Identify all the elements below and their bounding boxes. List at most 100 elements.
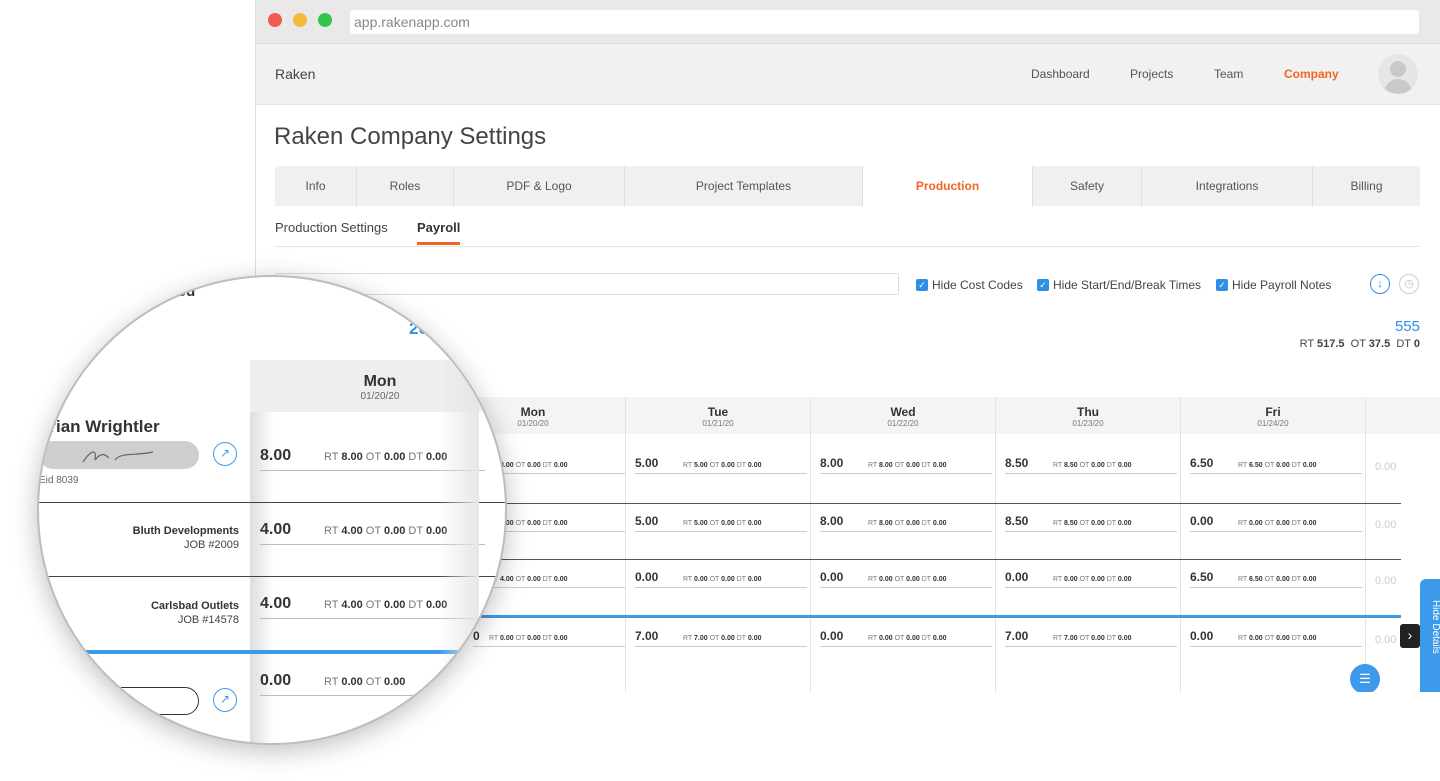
rt-value: 7.00 xyxy=(694,635,708,642)
hide-details-label[interactable]: Hide Details xyxy=(1420,600,1440,654)
hours-cell[interactable]: 7.00 RT 7.00 OT 0.00 DT 0.00 xyxy=(1005,629,1177,647)
rt-value: 0.00 xyxy=(1249,635,1263,642)
hours-cell[interactable]: 6.50 RT 6.50 OT 0.00 DT 0.00 xyxy=(1190,570,1362,588)
nav-team[interactable]: Team xyxy=(1214,67,1243,81)
dt-value: 0.00 xyxy=(1117,635,1132,642)
address-bar[interactable]: app.rakenapp.com xyxy=(350,10,1419,34)
tab-production[interactable]: Production xyxy=(863,166,1033,206)
open-external-icon[interactable]: ↗ xyxy=(213,688,237,712)
hours-breakdown: RT 8.00 OT 0.00 DT 0.00 xyxy=(324,451,448,463)
hours-cell[interactable]: 0 RT 0.00 OT 0.00 DT 0.00 xyxy=(473,629,625,647)
ot-value: 0.00 xyxy=(1091,576,1105,583)
hours-cell[interactable]: 5.00 RT 5.00 OT 0.00 DT 0.00 xyxy=(635,456,807,474)
ot-value: 0.00 xyxy=(721,576,735,583)
ot-label: OT xyxy=(1350,338,1366,350)
employee-name-2[interactable]: nes xyxy=(69,665,98,685)
dt-value: 0.00 xyxy=(1117,576,1132,583)
hours-breakdown: RT 0.00 OT 0.00 DT 0.00 xyxy=(868,635,947,642)
hours-cell[interactable]: 0.00 RT 0.00 OT 0.00 DT 0.00 xyxy=(1005,570,1177,588)
chevron-right-icon[interactable]: › xyxy=(1400,624,1420,648)
hours-breakdown: RT 6.50 OT 0.00 DT 0.00 xyxy=(1238,462,1317,469)
ot-value: 0.00 xyxy=(1091,520,1105,527)
tab-integrations[interactable]: Integrations xyxy=(1142,166,1313,206)
rt-total: 517.5 xyxy=(1317,338,1345,350)
hours-total: 0.00 xyxy=(1190,629,1214,643)
close-window-icon[interactable] xyxy=(268,13,282,27)
hours-cell[interactable]: 8.00 RT 8.00 OT 0.00 DT 0.00 xyxy=(820,514,992,532)
ot-value: 0.00 xyxy=(1276,462,1290,469)
nav-dashboard[interactable]: Dashboard xyxy=(1031,67,1090,81)
hours-cell[interactable]: 6.50 RT 6.50 OT 0.00 DT 0.00 xyxy=(1190,456,1362,474)
hours-breakdown: RT 6.50 OT 0.00 DT 0.00 xyxy=(1238,576,1317,583)
hours-breakdown: RT 0.00 OT 0.00 DT 0.00 xyxy=(1238,635,1317,642)
hours-total: 8.00 xyxy=(820,514,844,528)
subtab-payroll[interactable]: Payroll xyxy=(417,220,460,235)
row-divider xyxy=(39,502,505,503)
day-header-fri: Fri 01/24/20 xyxy=(1181,397,1366,434)
employee-name[interactable]: drian Wrightler xyxy=(39,417,160,437)
hide-payroll-notes-checkbox[interactable]: ✓ Hide Payroll Notes xyxy=(1216,278,1331,292)
ot-value: 0.00 xyxy=(527,576,541,583)
hours-total: 0.00 xyxy=(820,570,844,584)
hours-cell[interactable]: 5.00 RT 5.00 OT 0.00 DT 0.00 xyxy=(635,514,807,532)
total-hours: 555 xyxy=(1394,318,1420,335)
history-icon[interactable]: ◷ xyxy=(1399,274,1419,294)
hours-breakdown: RT 5.00 OT 0.00 DT 0.00 xyxy=(683,520,762,527)
chat-icon[interactable]: ☰ xyxy=(1350,664,1380,692)
hours-breakdown: RT 4.00 OT 0.00 DT 0.00 xyxy=(324,599,448,611)
dt-value: 0.00 xyxy=(553,462,568,469)
ot-value: 0.00 xyxy=(527,520,541,527)
hours-cell[interactable]: 8.50 RT 8.50 OT 0.00 DT 0.00 xyxy=(1005,456,1177,474)
job-label-carlsbad: Carlsbad Outlets JOB #14578 xyxy=(39,600,239,626)
hide-cost-codes-checkbox[interactable]: ✓ Hide Cost Codes xyxy=(916,278,1023,292)
signature-pill xyxy=(39,441,199,469)
ot-value: 0.00 xyxy=(721,520,735,527)
nav-company[interactable]: Company xyxy=(1284,67,1339,81)
hours-total: 8.50 xyxy=(1005,514,1029,528)
day-header-tue: Tue 01/21/20 xyxy=(626,397,811,434)
hours-total: 0.00 xyxy=(1190,514,1214,528)
checkbox-label: Hide Payroll Notes xyxy=(1232,278,1332,292)
maximize-window-icon[interactable] xyxy=(318,13,332,27)
brand-logo[interactable]: Raken xyxy=(275,66,315,82)
tab-pdf-logo[interactable]: PDF & Logo xyxy=(454,166,625,206)
hours-cell[interactable]: 0.00 RT 0.00 OT 0.00 DT 0.00 xyxy=(820,629,992,647)
hours-total: 0.00 xyxy=(820,629,844,643)
hide-times-checkbox[interactable]: ✓ Hide Start/End/Break Times xyxy=(1037,278,1201,292)
hours-cell[interactable]: 0.00 RT 0.00 OT 0.00 DT 0.00 xyxy=(820,570,992,588)
open-external-icon[interactable]: ↗ xyxy=(213,442,237,466)
tab-project-templates[interactable]: Project Templates xyxy=(625,166,863,206)
hours-cell[interactable]: 8.00 RT 8.00 OT 0.00 DT 0.00 xyxy=(820,456,992,474)
rt-value: 4.00 xyxy=(500,576,514,583)
tab-roles[interactable]: Roles xyxy=(357,166,454,206)
rt-value: 8.50 xyxy=(1064,520,1078,527)
tab-safety[interactable]: Safety xyxy=(1033,166,1142,206)
hours-cell[interactable]: 0.00 RT 0.00 OT 0.00 DT 0.00 xyxy=(1190,629,1362,647)
tab-billing[interactable]: Billing xyxy=(1313,166,1420,206)
ot-value: 0.00 xyxy=(1276,520,1290,527)
hours-cell[interactable]: 0.00 RT 0.00 OT 0.00 DT 0.00 xyxy=(635,570,807,588)
rt-value: 8.00 xyxy=(341,451,363,463)
nav-projects[interactable]: Projects xyxy=(1130,67,1173,81)
hours-total: 5.00 xyxy=(635,514,659,528)
dt-value: 0.00 xyxy=(553,635,568,642)
hours-breakdown: RT 4.00 OT 0.00 DT 0.00 xyxy=(489,576,568,583)
download-icon[interactable]: ↓ xyxy=(1370,274,1390,294)
hours-breakdown: RT 8.50 OT 0.00 DT 0.00 xyxy=(1053,462,1132,469)
subtab-production-settings[interactable]: Production Settings xyxy=(275,220,388,235)
hours-cell[interactable]: 0.00 RT 0.00 OT 0.00 DT 0.00 xyxy=(1190,514,1362,532)
avatar[interactable] xyxy=(1378,54,1418,94)
hours-cell[interactable]: 7.00 RT 7.00 OT 0.00 DT 0.00 xyxy=(635,629,807,647)
signature-icon xyxy=(82,451,154,463)
hours-cell[interactable]: 8.50 RT 8.50 OT 0.00 DT 0.00 xyxy=(1005,514,1177,532)
search-input[interactable] xyxy=(275,273,899,295)
day-name: Fri xyxy=(1265,405,1281,419)
hours-breakdown: RT 0.00 OT 0.00 DT 0.00 xyxy=(683,576,762,583)
rt-value: 0.00 xyxy=(500,635,514,642)
settings-tabs: Info Roles PDF & Logo Project Templates … xyxy=(275,166,1420,206)
dt-value: 0.00 xyxy=(932,520,947,527)
minimize-window-icon[interactable] xyxy=(293,13,307,27)
tab-info[interactable]: Info xyxy=(275,166,357,206)
dt-value: 0.00 xyxy=(1117,520,1132,527)
ot-value: 0.00 xyxy=(527,635,541,642)
